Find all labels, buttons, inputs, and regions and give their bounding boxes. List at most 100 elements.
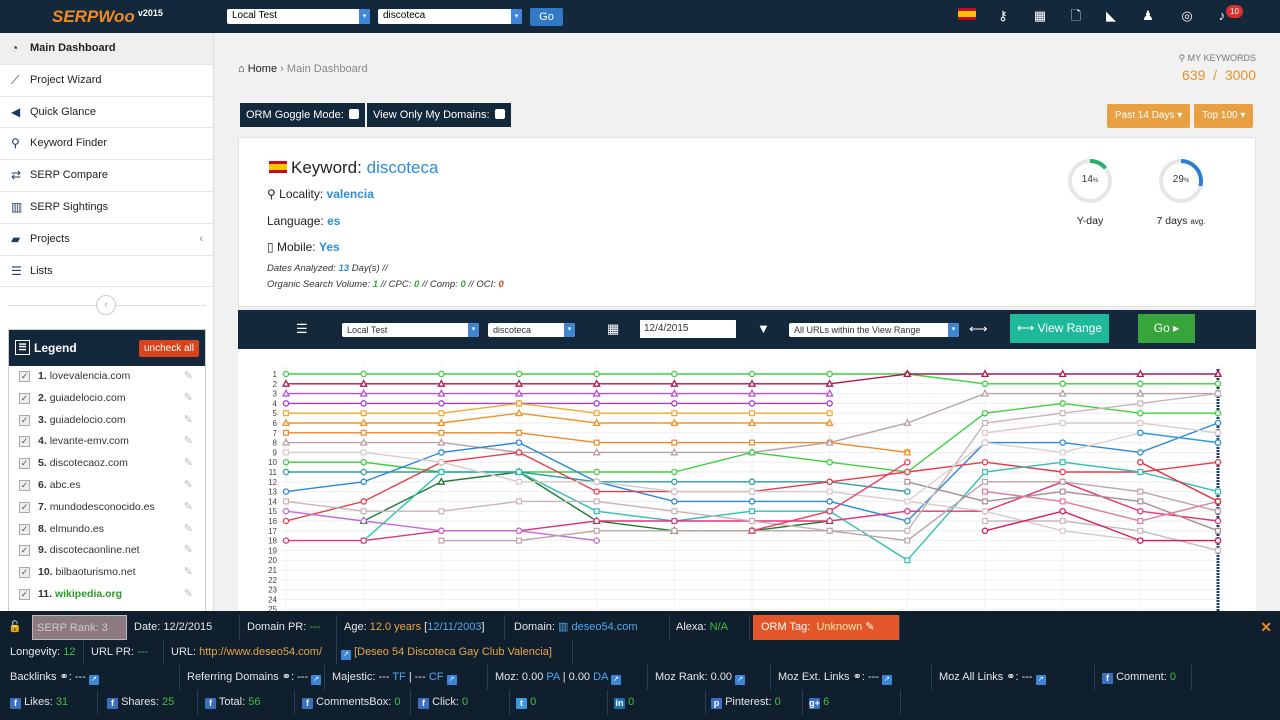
data-point[interactable]: [438, 449, 445, 456]
data-point[interactable]: [980, 389, 990, 397]
data-point[interactable]: [593, 488, 600, 495]
data-point[interactable]: [282, 449, 289, 456]
chart-project-select[interactable]: Local Test ▾: [342, 323, 479, 337]
data-point[interactable]: [515, 439, 523, 446]
data-point[interactable]: [1214, 517, 1222, 525]
data-point[interactable]: [1214, 419, 1222, 427]
data-point[interactable]: [1059, 488, 1066, 495]
external-link-icon[interactable]: ↗: [341, 650, 351, 660]
external-link-icon[interactable]: ↗: [446, 675, 457, 685]
data-point[interactable]: [593, 508, 600, 515]
data-point[interactable]: [981, 498, 988, 505]
checkbox[interactable]: [348, 109, 359, 119]
data-point[interactable]: [903, 418, 912, 427]
external-link-icon[interactable]: ↗: [88, 675, 99, 685]
data-point[interactable]: [981, 488, 988, 495]
url-filter-select[interactable]: All URLs within the View Range ▾: [789, 323, 959, 337]
data-point[interactable]: [1059, 498, 1066, 505]
area-chart-icon[interactable]: ◣: [1103, 8, 1119, 24]
legend-item[interactable]: ✓ 6. abc.es ✎: [9, 475, 205, 497]
edit-icon[interactable]: ✎: [184, 388, 193, 410]
legend-item[interactable]: ✓ 9. discotecaonline.net ✎: [9, 540, 205, 562]
data-point[interactable]: [670, 447, 679, 456]
data-point[interactable]: [1136, 369, 1145, 378]
data-point[interactable]: [1214, 527, 1221, 534]
sidebar-item-serp-compare[interactable]: ⇄ SERP Compare: [0, 160, 213, 192]
data-point[interactable]: [438, 429, 445, 436]
breadcrumb-home[interactable]: Home: [248, 63, 277, 75]
data-point[interactable]: [282, 370, 290, 378]
pdf-icon[interactable]: 🗋: [1068, 8, 1084, 24]
data-point[interactable]: [826, 488, 833, 495]
data-point[interactable]: [1059, 449, 1066, 456]
data-point[interactable]: [904, 527, 911, 534]
data-point[interactable]: [1214, 488, 1221, 495]
edit-icon[interactable]: ✎: [184, 475, 193, 497]
data-point[interactable]: [1059, 527, 1066, 534]
data-point[interactable]: [826, 527, 833, 534]
data-point[interactable]: [1058, 369, 1067, 378]
edit-icon[interactable]: ✎: [184, 562, 193, 584]
data-point[interactable]: [1137, 518, 1144, 525]
legend-item[interactable]: ✓ 11. wikipedia.org ✎: [9, 584, 205, 606]
data-point[interactable]: [670, 389, 679, 397]
data-point[interactable]: [438, 400, 445, 407]
data-point[interactable]: [671, 370, 678, 378]
edit-icon[interactable]: ✎: [184, 584, 193, 606]
data-point[interactable]: [282, 410, 289, 417]
data-point[interactable]: [749, 439, 756, 446]
data-point[interactable]: [748, 478, 756, 486]
data-point[interactable]: [748, 370, 756, 378]
chart-keyword-select[interactable]: discoteca ▾: [488, 323, 575, 337]
data-point[interactable]: [1214, 439, 1222, 446]
sidebar-item-quick-glance[interactable]: ◀ Quick Glance: [0, 97, 213, 129]
data-point[interactable]: [359, 389, 368, 397]
data-point[interactable]: [671, 498, 678, 505]
data-point[interactable]: [438, 459, 445, 466]
data-point[interactable]: [1136, 389, 1145, 397]
data-point[interactable]: [437, 389, 446, 397]
data-point[interactable]: [825, 418, 834, 427]
data-point[interactable]: [1058, 389, 1067, 397]
sidebar-item-lists[interactable]: ☰ Lists: [0, 256, 213, 288]
checkbox[interactable]: ✓: [19, 545, 30, 557]
data-point[interactable]: [514, 408, 524, 417]
data-point[interactable]: [516, 478, 523, 485]
view-only-my-domains-toggle[interactable]: View Only My Domains:: [367, 103, 511, 127]
data-point[interactable]: [437, 379, 446, 387]
data-point[interactable]: [360, 458, 367, 466]
data-point[interactable]: [1059, 507, 1066, 515]
data-point[interactable]: [515, 527, 523, 535]
data-point[interactable]: [360, 429, 367, 436]
data-point[interactable]: [282, 468, 290, 476]
legend-item[interactable]: ✓ 7. mundodesconocido.es ✎: [9, 497, 205, 519]
data-point[interactable]: [593, 468, 600, 476]
external-link-icon[interactable]: ↗: [311, 675, 322, 685]
url-link[interactable]: http://www.deseo54.com/: [199, 646, 322, 658]
data-point[interactable]: [1137, 429, 1144, 437]
data-point[interactable]: [671, 400, 678, 407]
data-point[interactable]: [1214, 409, 1222, 417]
data-point[interactable]: [749, 410, 756, 417]
data-point[interactable]: [593, 517, 600, 525]
collapse-sidebar-button[interactable]: ‹: [96, 295, 116, 315]
calendar-icon[interactable]: ▦: [607, 321, 619, 337]
data-point[interactable]: [593, 400, 600, 407]
date-input[interactable]: 12/4/2015: [640, 320, 736, 338]
data-point[interactable]: [826, 478, 833, 486]
legend-item[interactable]: ✓ 3. guiadelocio.com ✎: [9, 410, 205, 432]
uncheck-all-button[interactable]: uncheck all: [138, 340, 199, 357]
data-point[interactable]: [1137, 458, 1144, 466]
project-select[interactable]: Local Test ▾: [227, 9, 370, 24]
data-point[interactable]: [825, 379, 834, 387]
data-point[interactable]: [1137, 488, 1144, 495]
data-point[interactable]: [360, 468, 367, 476]
edit-icon[interactable]: ✎: [184, 431, 193, 453]
sidebar-item-main-dashboard[interactable]: ◔ Main Dashboard: [0, 33, 213, 65]
data-point[interactable]: [981, 380, 989, 388]
data-point[interactable]: [1137, 498, 1144, 505]
checkbox[interactable]: ✓: [19, 436, 30, 448]
data-point[interactable]: [671, 508, 678, 515]
data-point[interactable]: [747, 379, 757, 387]
edit-icon[interactable]: ✎: [184, 519, 193, 541]
